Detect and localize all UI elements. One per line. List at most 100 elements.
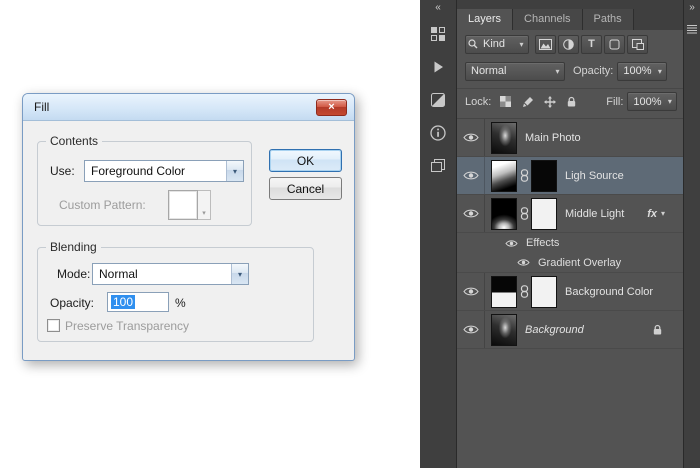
effects-row[interactable]: Effects <box>457 233 683 253</box>
layer-name[interactable]: Background <box>525 324 584 336</box>
custom-pattern-label: Custom Pattern: <box>59 198 146 212</box>
mode-select-value: Normal <box>99 267 138 281</box>
filter-adjustment-layers-icon[interactable] <box>558 34 579 54</box>
layer-thumbnail[interactable] <box>491 121 517 154</box>
panel-menu-icon[interactable] <box>686 22 698 40</box>
use-select[interactable]: Foreground Color ▾ <box>84 160 244 182</box>
opacity-label: Opacity: <box>50 296 95 310</box>
filter-type-layers-icon[interactable]: T <box>581 34 602 54</box>
layer-row-middle-light[interactable]: Middle Light fx ▾ <box>457 195 683 233</box>
mask-link-icon[interactable] <box>517 169 531 182</box>
filter-kind-select[interactable]: Kind ▾ <box>465 34 529 54</box>
opacity-input-value: 100 <box>111 295 136 309</box>
gradient-overlay-row[interactable]: Gradient Overlay <box>457 253 683 273</box>
background-lock-icon <box>652 323 663 341</box>
photoshop-panel-region: « Layers Channels Paths Kind ▾ T Normal … <box>420 0 700 468</box>
chevron-down-icon: ▾ <box>657 66 662 76</box>
layer-name[interactable]: Background Color <box>565 286 653 298</box>
dialog-title: Fill <box>34 100 50 114</box>
close-button[interactable]: × <box>316 99 347 116</box>
layer-row-background-color[interactable]: Background Color <box>457 273 683 311</box>
collapse-left-icon[interactable]: « <box>420 2 456 14</box>
lock-paint-icon[interactable] <box>518 93 537 110</box>
layer-list: Main Photo Ligh Source Middle Light fx ▾… <box>457 118 683 468</box>
layer-comps-icon[interactable] <box>424 153 452 179</box>
cancel-button[interactable]: Cancel <box>269 177 342 200</box>
layers-panel: Layers Channels Paths Kind ▾ T Normal ▾ … <box>457 0 683 468</box>
collapse-right-icon[interactable]: » <box>689 2 695 14</box>
layer-thumbnail[interactable] <box>491 275 517 308</box>
fill-select[interactable]: 100% ▾ <box>627 92 678 111</box>
actions-icon[interactable] <box>424 54 452 80</box>
layer-thumbnail[interactable] <box>491 197 517 230</box>
tab-layers[interactable]: Layers <box>457 9 514 30</box>
filter-shape-layers-icon[interactable] <box>604 34 625 54</box>
effects-eye-icon[interactable] <box>503 239 519 248</box>
styles-icon[interactable] <box>424 87 452 113</box>
layer-row-background[interactable]: Background <box>457 311 683 349</box>
visibility-eye-icon[interactable] <box>457 119 485 156</box>
preserve-transparency-checkbox[interactable] <box>47 319 60 332</box>
layer-name[interactable]: Main Photo <box>525 132 581 144</box>
opacity-input[interactable]: 100 <box>107 292 169 312</box>
mode-label: Mode: <box>57 267 91 281</box>
layer-mask-thumbnail[interactable] <box>531 197 557 230</box>
fx-collapse-chevron-icon[interactable]: ▾ <box>661 209 665 218</box>
fill-value: 100% <box>633 95 662 108</box>
close-icon: × <box>328 101 335 113</box>
layer-filter-row: Kind ▾ T <box>457 32 683 56</box>
blending-legend: Blending <box>46 240 101 254</box>
visibility-eye-icon[interactable] <box>457 273 485 310</box>
filter-pixel-layers-icon[interactable] <box>535 34 556 54</box>
visibility-eye-icon[interactable] <box>457 195 485 232</box>
search-icon <box>466 39 480 49</box>
lock-move-icon[interactable] <box>540 93 559 110</box>
effect-name[interactable]: Gradient Overlay <box>538 257 621 269</box>
effects-label[interactable]: Effects <box>526 237 559 249</box>
mode-select[interactable]: Normal ▾ <box>92 263 249 285</box>
chevron-down-icon: ▾ <box>198 190 211 220</box>
opacity-select[interactable]: 100% ▾ <box>617 61 668 81</box>
blending-group: Blending Mode: Normal ▾ Opacity: 100 % P… <box>37 240 314 342</box>
dialog-titlebar[interactable]: Fill × <box>23 94 354 121</box>
visibility-eye-icon[interactable] <box>457 157 485 194</box>
visibility-eye-icon[interactable] <box>457 311 485 348</box>
fill-label: Fill: <box>606 95 624 108</box>
lock-transparency-icon[interactable] <box>496 93 515 110</box>
mask-link-icon[interactable] <box>517 207 531 220</box>
layer-row-main-photo[interactable]: Main Photo <box>457 119 683 157</box>
fx-badge[interactable]: fx <box>647 208 657 220</box>
blend-mode-value: Normal <box>471 65 507 77</box>
panel-tab-bar: Layers Channels Paths <box>457 0 683 30</box>
layer-name[interactable]: Ligh Source <box>565 170 624 182</box>
use-label: Use: <box>50 164 75 178</box>
lock-all-icon[interactable] <box>562 93 581 110</box>
screenshot-root: « Layers Channels Paths Kind ▾ T Normal … <box>0 0 700 468</box>
use-select-value: Foreground Color <box>91 164 186 178</box>
layer-mask-thumbnail[interactable] <box>531 275 557 308</box>
blend-mode-select[interactable]: Normal ▾ <box>465 61 565 81</box>
chevron-down-icon: ▾ <box>667 97 672 106</box>
chevron-down-icon: ▾ <box>555 66 560 76</box>
ok-button[interactable]: OK <box>269 149 342 172</box>
chevron-down-icon: ▾ <box>519 39 524 49</box>
fill-dialog: Fill × Contents Use: Foreground Color ▾ … <box>22 93 355 361</box>
mask-link-icon[interactable] <box>517 285 531 298</box>
effect-eye-icon[interactable] <box>515 258 531 267</box>
tab-channels[interactable]: Channels <box>513 9 583 30</box>
layer-mask-thumbnail[interactable] <box>531 159 557 192</box>
opacity-unit-label: % <box>175 296 186 310</box>
contents-group: Contents Use: Foreground Color ▾ Custom … <box>37 134 252 226</box>
custom-pattern-picker: ▾ <box>168 190 212 220</box>
filter-smart-object-icon[interactable] <box>627 34 648 54</box>
clone-source-icon[interactable] <box>424 21 452 47</box>
layers-panel-body: Kind ▾ T Normal ▾ Opacity: 100% ▾ Lock: … <box>457 30 683 468</box>
layer-row-ligh-source[interactable]: Ligh Source <box>457 157 683 195</box>
info-icon[interactable] <box>424 120 452 146</box>
opacity-label: Opacity: <box>573 65 614 77</box>
layer-name[interactable]: Middle Light <box>565 208 624 220</box>
layer-thumbnail[interactable] <box>491 313 517 346</box>
chevron-down-icon: ▾ <box>226 161 243 181</box>
tab-paths[interactable]: Paths <box>582 9 634 30</box>
layer-thumbnail[interactable] <box>491 159 517 192</box>
